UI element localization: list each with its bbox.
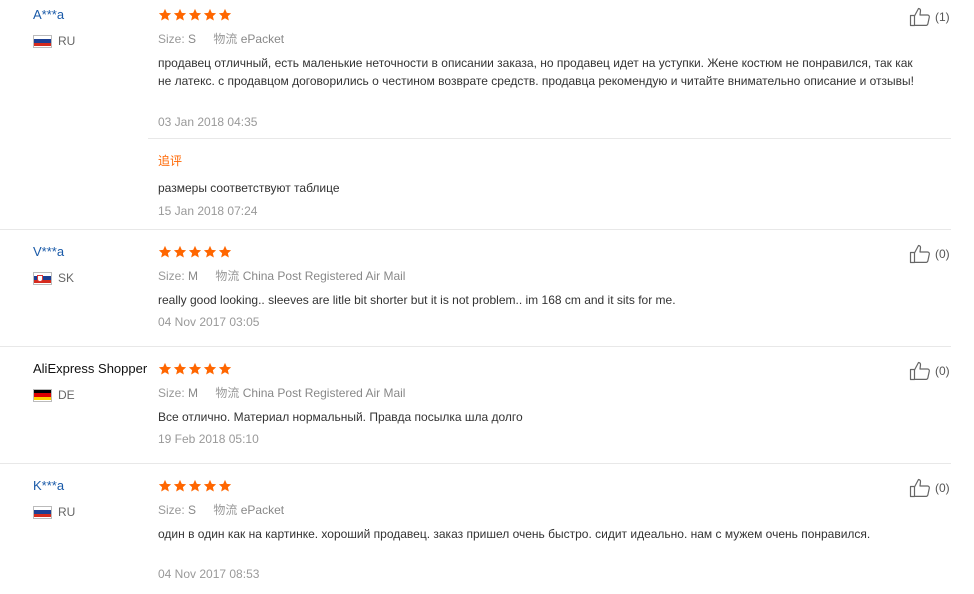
star-icon <box>158 8 172 22</box>
shipping-label: 物流 <box>215 386 240 400</box>
helpful-count: (0) <box>935 364 950 378</box>
star-icon <box>173 245 187 259</box>
thumbs-up-icon <box>909 244 933 264</box>
shipping-value: ePacket <box>240 503 285 517</box>
star-icon <box>203 362 217 376</box>
additional-review-date: 15 Jan 2018 07:24 <box>158 204 258 218</box>
helpful-count: (0) <box>935 247 950 261</box>
country-code: RU <box>58 505 76 519</box>
reviewer-country: RU <box>33 34 75 48</box>
thumbs-up-icon <box>909 7 933 27</box>
star-icon <box>173 362 187 376</box>
helpful-button[interactable]: (0) <box>909 361 950 381</box>
divider <box>148 138 951 139</box>
helpful-button[interactable]: (0) <box>909 478 950 498</box>
size-label: Size: <box>158 503 185 517</box>
helpful-count: (1) <box>935 10 950 24</box>
star-icon <box>203 479 217 493</box>
review-date: 04 Nov 2017 08:53 <box>158 567 260 581</box>
helpful-button[interactable]: (1) <box>909 7 950 27</box>
size-value: M <box>188 386 199 400</box>
size-value: S <box>188 503 197 517</box>
size-label: Size: <box>158 269 185 283</box>
reviewer-name[interactable]: AliExpress Shopper <box>33 361 147 376</box>
star-icon <box>158 479 172 493</box>
star-icon <box>173 479 187 493</box>
country-code: SK <box>58 271 75 285</box>
star-icon <box>218 362 232 376</box>
helpful-count: (0) <box>935 481 950 495</box>
review-date: 04 Nov 2017 03:05 <box>158 315 260 329</box>
country-code: RU <box>58 34 76 48</box>
flag-ru-icon <box>33 34 52 48</box>
star-icon <box>173 8 187 22</box>
star-icon <box>188 8 202 22</box>
thumbs-up-icon <box>909 478 933 498</box>
shipping-label: 物流 <box>215 269 240 283</box>
star-icon <box>218 245 232 259</box>
reviewer-country: DE <box>33 388 75 402</box>
star-icon <box>158 245 172 259</box>
review-text: really good looking.. sleeves are litle … <box>158 293 676 307</box>
order-info: Size: S 物流 ePacket <box>158 501 284 518</box>
additional-review-label: 追评 <box>158 154 183 168</box>
star-icon <box>188 362 202 376</box>
order-info: Size: S 物流 ePacket <box>158 30 284 47</box>
thumbs-up-icon <box>909 361 933 381</box>
rating-stars <box>158 8 232 22</box>
review-date: 19 Feb 2018 05:10 <box>158 432 259 446</box>
flag-de-icon <box>33 388 52 402</box>
size-value: M <box>188 269 199 283</box>
shipping-label: 物流 <box>213 503 238 517</box>
star-icon <box>203 8 217 22</box>
star-icon <box>188 479 202 493</box>
star-icon <box>218 479 232 493</box>
shipping-value: China Post Registered Air Mail <box>242 269 406 283</box>
additional-review-text: размеры соответствуют таблице <box>158 181 340 195</box>
rating-stars <box>158 245 232 259</box>
country-code: DE <box>58 388 75 402</box>
review-text: продавец отличный, есть маленькие неточн… <box>158 56 914 88</box>
review-date: 03 Jan 2018 04:35 <box>158 115 258 129</box>
size-label: Size: <box>158 32 185 46</box>
review-text: один в один как на картинке. хороший про… <box>158 527 871 541</box>
star-icon <box>218 8 232 22</box>
flag-ru-icon <box>33 505 52 519</box>
review-text: Все отлично. Материал нормальный. Правда… <box>158 410 523 424</box>
review-divider <box>0 346 951 347</box>
flag-sk-icon <box>33 271 52 285</box>
star-icon <box>188 245 202 259</box>
star-icon <box>158 362 172 376</box>
shipping-value: ePacket <box>240 32 285 46</box>
star-icon <box>203 245 217 259</box>
helpful-button[interactable]: (0) <box>909 244 950 264</box>
rating-stars <box>158 362 232 376</box>
reviewer-country: RU <box>33 505 75 519</box>
shipping-label: 物流 <box>213 32 238 46</box>
order-info: Size: M 物流 China Post Registered Air Mai… <box>158 384 405 401</box>
reviewer-name[interactable]: V***a <box>33 244 64 259</box>
order-info: Size: M 物流 China Post Registered Air Mai… <box>158 267 405 284</box>
size-value: S <box>188 32 197 46</box>
size-label: Size: <box>158 386 185 400</box>
review-divider <box>0 229 951 230</box>
reviewer-name[interactable]: A***a <box>33 7 64 22</box>
review-divider <box>0 463 951 464</box>
reviewer-name[interactable]: K***a <box>33 478 64 493</box>
shipping-value: China Post Registered Air Mail <box>242 386 406 400</box>
reviewer-country: SK <box>33 271 74 285</box>
rating-stars <box>158 479 232 493</box>
